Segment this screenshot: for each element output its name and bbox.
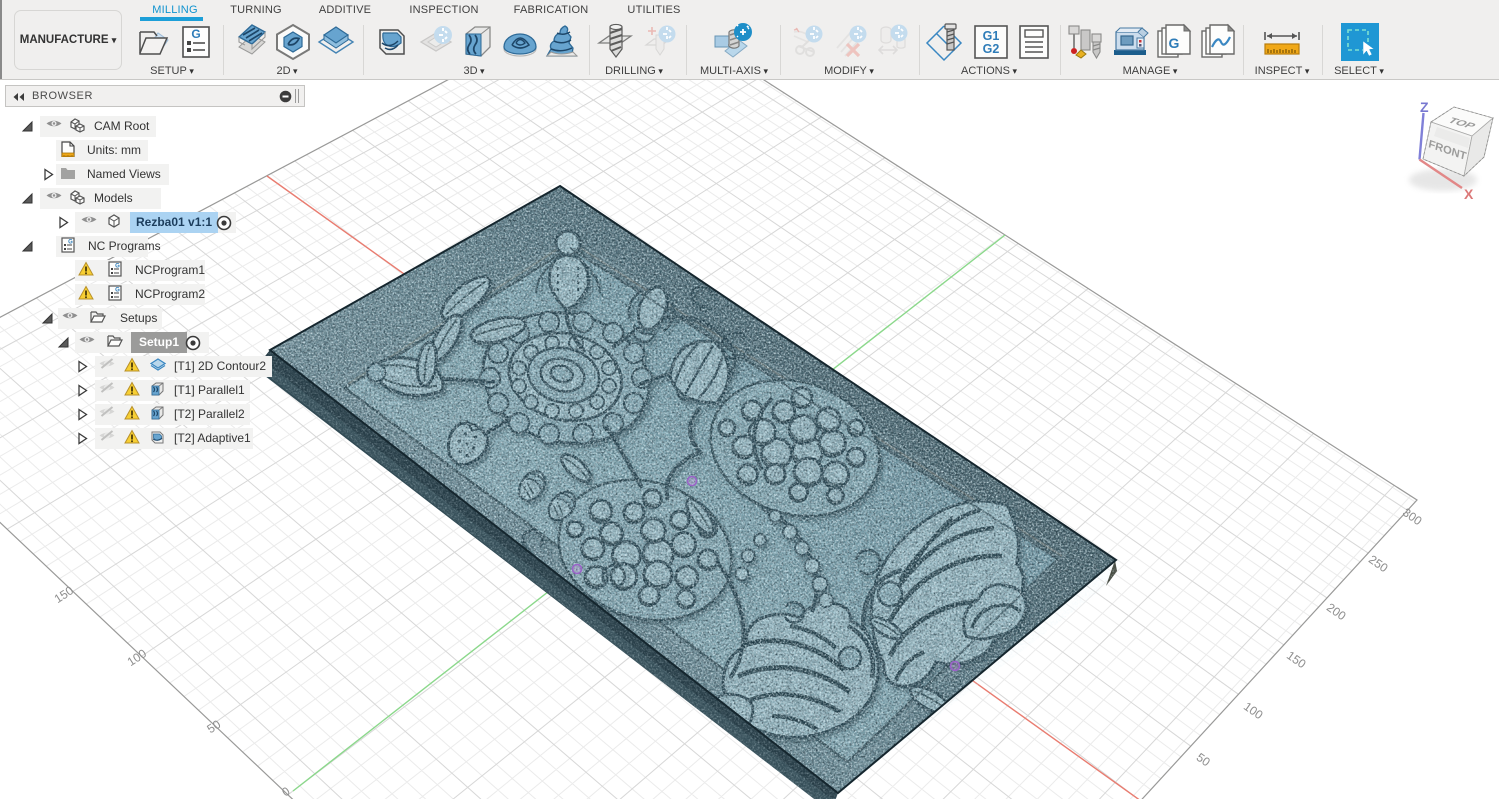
svg-text:50: 50 — [204, 717, 223, 736]
svg-text:G2: G2 — [983, 42, 1000, 56]
svg-text:300: 300 — [1400, 505, 1425, 528]
svg-text:G: G — [1169, 35, 1180, 51]
svg-text:X: X — [1464, 186, 1474, 202]
svg-text:G: G — [191, 27, 200, 41]
svg-text:150: 150 — [1284, 648, 1309, 671]
svg-text:G1: G1 — [983, 29, 1000, 43]
svg-text:150: 150 — [52, 583, 77, 606]
svg-text:0: 0 — [279, 784, 292, 799]
svg-text:250: 250 — [1366, 552, 1391, 575]
svg-text:50: 50 — [1194, 750, 1213, 769]
svg-text:200: 200 — [1324, 600, 1349, 623]
svg-text:100: 100 — [125, 646, 150, 669]
svg-text:100: 100 — [1241, 699, 1266, 722]
svg-text:Z: Z — [1420, 99, 1429, 115]
